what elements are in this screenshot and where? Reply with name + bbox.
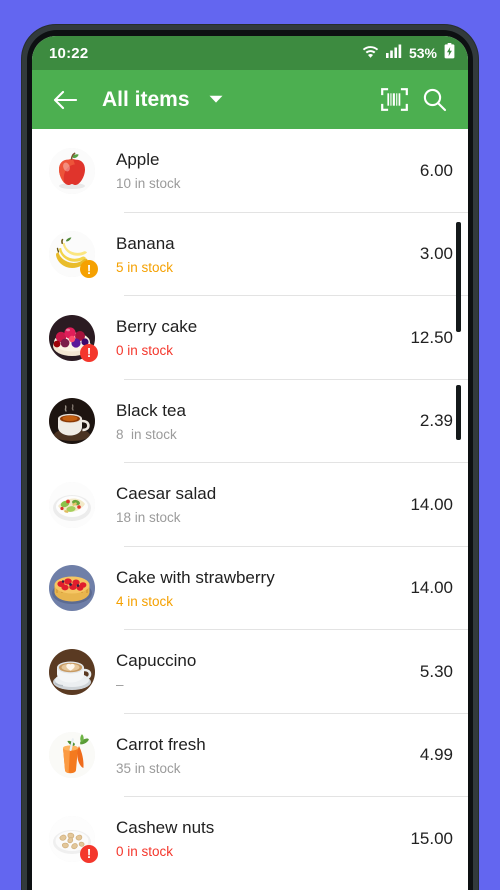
item-name: Berry cake bbox=[116, 317, 198, 337]
chevron-down-icon[interactable] bbox=[204, 88, 228, 112]
volume-button[interactable] bbox=[456, 222, 461, 332]
item-name: Apple bbox=[116, 150, 160, 170]
item-thumbnail bbox=[49, 565, 95, 612]
item-text: Capuccino – bbox=[116, 650, 410, 693]
phone-screen: 10:22 53% All items Apple 10 in stock 6.… bbox=[32, 36, 468, 890]
list-item[interactable]: ! Banana 5 in stock 3.00 bbox=[32, 212, 468, 296]
item-price: 5.30 bbox=[419, 661, 453, 681]
item-thumbnail bbox=[49, 398, 95, 445]
list-item[interactable]: Carrot fresh 35 in stock 4.99 bbox=[32, 713, 468, 797]
item-text: Caesar salad 18 in stock bbox=[116, 483, 400, 526]
item-text: Banana 5 in stock bbox=[116, 233, 410, 276]
item-thumbnail bbox=[49, 147, 95, 194]
stock-alert-badge: ! bbox=[80, 260, 98, 279]
app-bar: All items bbox=[32, 70, 468, 129]
stock-alert-badge: ! bbox=[80, 343, 98, 362]
item-thumbnail-wrap: ! bbox=[49, 815, 98, 863]
item-thumbnail-wrap bbox=[49, 732, 95, 779]
item-name: Banana bbox=[116, 233, 175, 253]
status-bar: 10:22 53% bbox=[32, 36, 468, 70]
item-stock-label: 0 in stock bbox=[116, 844, 174, 860]
item-thumbnail-wrap bbox=[49, 648, 95, 695]
list-item[interactable]: Black tea 8 in stock 2.39 bbox=[32, 379, 468, 463]
item-text: Berry cake 0 in stock bbox=[116, 316, 400, 359]
back-button[interactable] bbox=[48, 83, 82, 117]
item-thumbnail bbox=[49, 481, 95, 528]
list-item[interactable]: Cake with strawberry 4 in stock 14.00 bbox=[32, 546, 468, 630]
item-name: Black tea bbox=[116, 400, 186, 420]
battery-percent-label: 53% bbox=[408, 45, 437, 61]
list-item[interactable]: Caesar salad 18 in stock 14.00 bbox=[32, 463, 468, 547]
item-price: 15.00 bbox=[410, 828, 453, 848]
item-price: 3.00 bbox=[419, 244, 453, 264]
item-name: Caesar salad bbox=[116, 484, 217, 504]
item-stock-label: 18 in stock bbox=[116, 510, 181, 526]
cellular-signal-icon bbox=[385, 44, 402, 63]
item-price: 4.99 bbox=[419, 745, 453, 765]
list-item[interactable]: Apple 10 in stock 6.00 bbox=[32, 129, 468, 213]
item-stock-label: 10 in stock bbox=[116, 176, 181, 192]
item-name: Cashew nuts bbox=[116, 818, 215, 838]
item-stock-label: 5 in stock bbox=[116, 259, 174, 275]
item-thumbnail-wrap bbox=[49, 147, 95, 194]
item-text: Apple 10 in stock bbox=[116, 149, 410, 192]
power-button[interactable] bbox=[456, 385, 461, 440]
item-thumbnail-wrap: ! bbox=[49, 231, 98, 279]
item-price: 14.00 bbox=[410, 494, 453, 514]
list-item[interactable]: ! Cashew nuts 0 in stock 15.00 bbox=[32, 797, 468, 881]
item-thumbnail-wrap bbox=[49, 398, 95, 445]
item-list[interactable]: Apple 10 in stock 6.00 ! Banana 5 in stock 3.… bbox=[32, 129, 468, 890]
item-stock-label: – bbox=[116, 677, 124, 693]
item-thumbnail bbox=[49, 648, 95, 695]
list-item[interactable]: ! Berry cake 0 in stock 12.50 bbox=[32, 296, 468, 380]
barcode-scan-icon[interactable] bbox=[374, 80, 414, 120]
item-thumbnail bbox=[49, 732, 95, 779]
item-text: Black tea 8 in stock bbox=[116, 400, 410, 443]
app-bar-title: All items bbox=[102, 87, 190, 111]
item-thumbnail-wrap: ! bbox=[49, 314, 98, 362]
battery-charging-icon bbox=[444, 42, 455, 64]
item-text: Cake with strawberry 4 in stock bbox=[116, 567, 400, 610]
item-stock-label: 4 in stock bbox=[116, 593, 174, 609]
item-name: Capuccino bbox=[116, 651, 197, 671]
item-price: 14.00 bbox=[410, 578, 453, 598]
item-name: Cake with strawberry bbox=[116, 567, 275, 587]
phone-frame: 10:22 53% All items Apple 10 in stock 6.… bbox=[22, 25, 478, 890]
item-price: 2.39 bbox=[419, 411, 453, 431]
stock-alert-badge: ! bbox=[80, 844, 98, 863]
item-name: Carrot fresh bbox=[116, 734, 206, 754]
item-stock-label: 35 in stock bbox=[116, 760, 181, 776]
item-thumbnail-wrap bbox=[49, 481, 95, 528]
item-price: 6.00 bbox=[419, 160, 453, 180]
status-icons: 53% bbox=[362, 42, 455, 64]
item-text: Cashew nuts 0 in stock bbox=[116, 817, 400, 860]
item-thumbnail-wrap bbox=[49, 565, 95, 612]
item-stock-label: 8 in stock bbox=[116, 426, 177, 442]
wifi-icon bbox=[362, 44, 379, 63]
item-price: 12.50 bbox=[410, 327, 453, 347]
search-icon[interactable] bbox=[414, 80, 454, 120]
list-item[interactable]: Capuccino – 5.30 bbox=[32, 630, 468, 714]
item-stock-label: 0 in stock bbox=[116, 343, 174, 359]
item-text: Carrot fresh 35 in stock bbox=[116, 734, 410, 777]
status-clock: 10:22 bbox=[49, 44, 89, 62]
